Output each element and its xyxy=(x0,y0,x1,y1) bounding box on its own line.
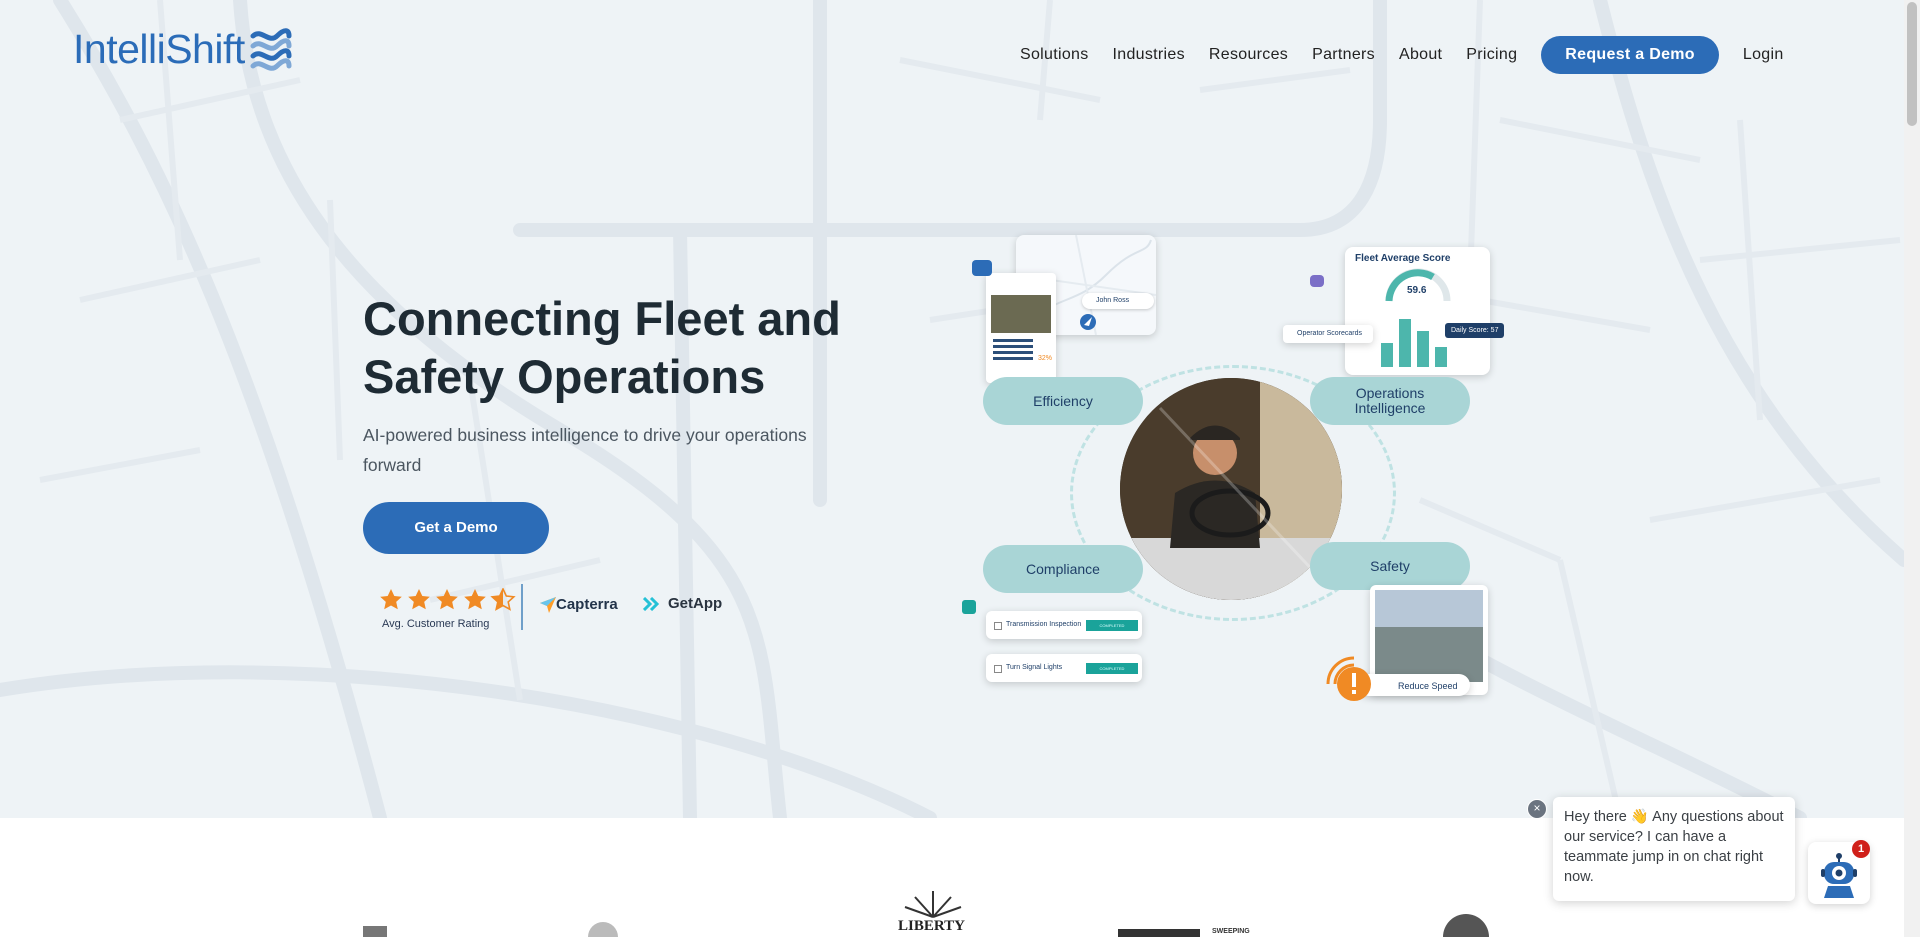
capterra-label: Capterra xyxy=(556,596,618,613)
logo-mark-icon xyxy=(250,27,292,71)
getapp-logo[interactable]: GetApp xyxy=(643,595,722,612)
chat-unread-badge: 1 xyxy=(1852,840,1870,858)
fleet-score-card: Fleet Average Score 59.6 xyxy=(1345,247,1490,375)
login-link[interactable]: Login xyxy=(1743,46,1784,64)
checkbox-icon xyxy=(994,665,1002,673)
scorecard-icon xyxy=(1310,275,1324,287)
logo-wordmark: IntelliShift xyxy=(73,26,245,72)
customer-rating: Avg. Customer Rating xyxy=(378,588,516,630)
chat-message: Hey there 👋 Any questions about our serv… xyxy=(1564,809,1784,885)
nav-solutions[interactable]: Solutions xyxy=(1020,46,1089,64)
star-icon xyxy=(436,589,458,610)
partner-logo-4 xyxy=(1118,929,1200,937)
get-demo-button[interactable]: Get a Demo xyxy=(363,502,549,554)
hero-headline: Connecting Fleet and Safety Operations xyxy=(363,292,841,403)
shield-icon xyxy=(972,260,992,276)
data-lines xyxy=(993,339,1033,342)
alert-label: Reduce Speed xyxy=(1398,681,1458,691)
operations-intelligence-pill[interactable]: Operations Intelligence xyxy=(1310,377,1470,425)
efficiency-pill[interactable]: Efficiency xyxy=(983,377,1143,425)
chat-close-button[interactable]: × xyxy=(1527,799,1547,819)
intellishift-logo[interactable]: IntelliShift xyxy=(73,26,293,73)
hero-subhead: AI-powered business intelligence to driv… xyxy=(363,425,807,475)
request-demo-button[interactable]: Request a Demo xyxy=(1541,36,1719,74)
checklist-card-2: Turn Signal Lights COMPLETED xyxy=(986,654,1142,682)
safety-pill[interactable]: Safety xyxy=(1310,542,1470,590)
capterra-arrow-icon xyxy=(540,596,556,613)
main-nav: Solutions Industries Resources Partners … xyxy=(1020,36,1784,74)
driver-name: John Ross xyxy=(1096,297,1130,304)
status-badge: COMPLETED xyxy=(1086,620,1138,631)
road-camera-image xyxy=(1375,590,1483,682)
nav-resources[interactable]: Resources xyxy=(1209,46,1288,64)
rating-stars xyxy=(378,588,516,612)
clipboard-icon xyxy=(962,600,976,614)
nav-pricing[interactable]: Pricing xyxy=(1466,46,1517,64)
driver-tag: John Ross xyxy=(1082,293,1154,309)
star-icon xyxy=(464,589,486,610)
checkbox-icon xyxy=(994,622,1002,630)
driver-illustration xyxy=(1120,378,1342,600)
hero-graphic: John Ross 32% Fleet Average Score 59.6 D… xyxy=(950,230,1520,710)
fuel-percent: 32% xyxy=(1038,355,1053,362)
capterra-logo[interactable]: Capterra xyxy=(540,596,618,613)
checklist-label-2: Turn Signal Lights xyxy=(1006,664,1063,671)
status-badge: COMPLETED xyxy=(1086,663,1138,674)
liberty-logo: LIBERTY xyxy=(898,918,965,934)
checklist-label-1: Transmission Inspection xyxy=(1006,621,1082,628)
sweeping-logo: SWEEPING xyxy=(1212,928,1250,935)
operator-dropdown: Operator Scorecards xyxy=(1283,325,1373,343)
nav-industries[interactable]: Industries xyxy=(1113,46,1185,64)
partner-logo-2 xyxy=(588,922,618,937)
fleet-score-title: Fleet Average Score xyxy=(1355,253,1451,264)
rating-label: Avg. Customer Rating xyxy=(382,618,490,630)
chat-message-bubble[interactable]: Hey there 👋 Any questions about our serv… xyxy=(1553,797,1795,901)
vehicle-thumbnail xyxy=(991,295,1051,333)
hero-section: IntelliShift Solutions Industries Resour… xyxy=(0,0,1904,818)
half-star-icon xyxy=(490,588,516,611)
checklist-card-1: Transmission Inspection COMPLETED xyxy=(986,611,1142,639)
rating-divider xyxy=(521,584,523,630)
score-value: 59.6 xyxy=(1407,285,1427,296)
driver-photo xyxy=(1120,378,1342,600)
alert-tag: Reduce Speed xyxy=(1358,674,1470,696)
page-scrollbar[interactable] xyxy=(1904,0,1920,937)
partner-logo-1 xyxy=(363,926,387,937)
dropdown-label: Operator Scorecards xyxy=(1297,330,1362,337)
star-icon xyxy=(408,589,430,610)
getapp-chevrons-icon xyxy=(643,596,660,611)
warning-icon xyxy=(1326,656,1371,701)
nav-partners[interactable]: Partners xyxy=(1312,46,1375,64)
getapp-label: GetApp xyxy=(668,595,723,612)
compliance-pill[interactable]: Compliance xyxy=(983,545,1143,593)
vehicle-card: 32% xyxy=(986,273,1056,383)
scrollbar-thumb[interactable] xyxy=(1907,2,1917,126)
star-icon xyxy=(380,589,402,610)
partner-logo-5 xyxy=(1443,914,1489,937)
daily-score-tag: Daily Score: 57 xyxy=(1445,323,1505,338)
nav-about[interactable]: About xyxy=(1399,46,1442,64)
